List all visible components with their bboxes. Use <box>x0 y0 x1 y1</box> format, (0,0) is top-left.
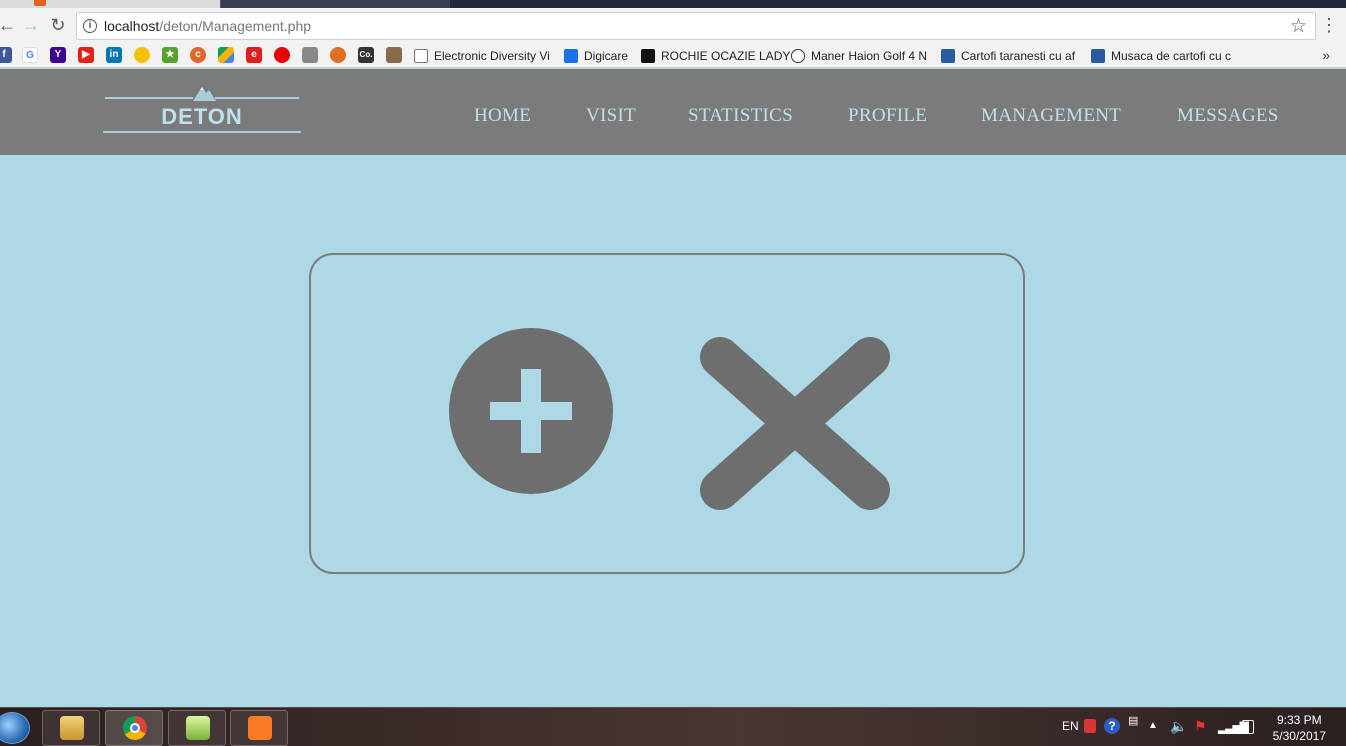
sun-bookmark-icon[interactable] <box>330 47 346 63</box>
nav-messages[interactable]: MESSAGES <box>1177 105 1279 127</box>
mountain-icon <box>193 87 216 101</box>
bookmark-star-icon[interactable]: ☆ <box>1290 15 1307 38</box>
browser-tab-strip <box>0 0 1346 8</box>
bookmarks-overflow-icon[interactable]: » <box>1322 47 1330 63</box>
windows-taskbar: EN ? ▤ ▲ 🔈 ⚑ ▂▃▅▇ 9:33 PM 5/30/2017 <box>0 707 1346 746</box>
co-bookmark-icon[interactable]: Co. <box>358 47 374 63</box>
bookmark-label: Electronic Diversity Vi <box>434 49 550 63</box>
smiley-bookmark-icon[interactable] <box>134 47 150 63</box>
url-text[interactable]: localhost/deton/Management.php <box>104 18 311 34</box>
bookmark-link[interactable]: ROCHIE OCAZIE LADY <box>641 47 790 65</box>
nav-visit[interactable]: VISIT <box>586 105 636 127</box>
url-host: localhost <box>104 18 160 34</box>
recipe-icon <box>941 49 955 63</box>
network-adapter-icon[interactable]: ▤ <box>1128 714 1138 746</box>
back-arrow-icon[interactable]: ← <box>0 14 18 36</box>
tf-icon <box>641 49 655 63</box>
forward-arrow-icon[interactable]: → <box>20 14 42 36</box>
e-bookmark-icon[interactable]: e <box>246 47 262 63</box>
nav-statistics[interactable]: STATISTICS <box>688 105 793 127</box>
language-indicator[interactable]: EN <box>1062 719 1079 746</box>
url-path: /deton/Management.php <box>159 18 312 34</box>
facebook-bookmark-icon[interactable]: f <box>0 47 12 63</box>
action-center-icon[interactable]: ⚑ <box>1194 718 1207 746</box>
site-info-icon[interactable]: i <box>83 19 97 33</box>
tray-expand-icon[interactable]: ▲ <box>1148 720 1158 746</box>
star-bookmark-icon[interactable]: ★ <box>162 47 178 63</box>
address-bar[interactable]: i localhost/deton/Management.php ☆ <box>76 12 1316 40</box>
linkedin-bookmark-icon[interactable]: in <box>106 47 122 63</box>
chrome-icon <box>123 716 147 740</box>
bookmarks-bar: f G Y ▶ in ★ c e Co. Electronic Diversit… <box>0 44 1346 68</box>
explorer-taskbar-button[interactable] <box>42 710 100 746</box>
folder-icon <box>60 716 84 740</box>
bookmark-label: ROCHIE OCAZIE LADY <box>661 49 791 63</box>
browser-tab-inactive[interactable] <box>220 0 450 8</box>
drive-bookmark-icon[interactable] <box>218 47 234 63</box>
start-button-icon[interactable] <box>0 712 30 744</box>
browser-toolbar: ← → ↻ i localhost/deton/Management.php ☆… <box>0 8 1346 44</box>
volume-icon[interactable]: 🔈 <box>1170 718 1187 746</box>
notepad-icon <box>186 716 210 740</box>
bookmark-link[interactable]: Digicare <box>564 47 628 65</box>
bookmark-label: Digicare <box>584 49 629 63</box>
notepadpp-taskbar-button[interactable] <box>168 710 226 746</box>
olx-icon <box>791 49 805 63</box>
youtube-bookmark-icon[interactable]: ▶ <box>78 47 94 63</box>
logo-rule <box>215 97 299 99</box>
recipe-icon <box>1091 49 1105 63</box>
page-icon <box>414 49 428 63</box>
bookmark-link[interactable]: Musaca de cartofi cu c <box>1091 47 1231 65</box>
yahoo-bookmark-icon[interactable]: Y <box>50 47 66 63</box>
google-bookmark-icon[interactable]: G <box>22 47 38 63</box>
tab-favicon-icon <box>34 0 46 6</box>
plus-circle-icon[interactable] <box>448 327 614 495</box>
bookmark-label: Cartofi taranesti cu af <box>961 49 1076 63</box>
management-panel <box>309 253 1025 574</box>
logo-wordmark: DETON <box>161 104 243 129</box>
bookmark-link[interactable]: Electronic Diversity Vi <box>414 47 550 65</box>
bookmark-link[interactable]: Maner Haion Golf 4 N <box>791 47 927 65</box>
bookmark-label: Maner Haion Golf 4 N <box>811 49 928 63</box>
digicare-icon <box>564 49 578 63</box>
logo-rule <box>105 97 193 99</box>
pdf-tray-icon[interactable] <box>1084 719 1096 733</box>
nav-management[interactable]: MANAGEMENT <box>981 105 1121 127</box>
deton-logo[interactable]: DETON <box>103 85 301 135</box>
clock-date: 5/30/2017 <box>1272 729 1326 743</box>
nav-home[interactable]: HOME <box>474 105 531 127</box>
site-header: DETON HOME VISIT STATISTICS PROFILE MANA… <box>0 69 1346 155</box>
vodafone-bookmark-icon[interactable] <box>274 47 290 63</box>
clock-time: 9:33 PM <box>1276 713 1322 727</box>
xampp-icon <box>248 716 272 740</box>
battery-icon[interactable] <box>1242 720 1254 734</box>
c-bookmark-icon[interactable]: c <box>190 47 206 63</box>
bookmark-link[interactable]: Cartofi taranesti cu af <box>941 47 1075 65</box>
xampp-taskbar-button[interactable] <box>230 710 288 746</box>
grid-bookmark-icon[interactable] <box>302 47 318 63</box>
logo-rule <box>103 131 301 133</box>
system-clock[interactable]: 9:33 PM 5/30/2017 <box>1273 712 1326 744</box>
reload-icon[interactable]: ↻ <box>47 14 69 36</box>
browser-menu-icon[interactable]: ⋮ <box>1320 16 1338 34</box>
castle-bookmark-icon[interactable] <box>386 47 402 63</box>
x-icon[interactable] <box>696 332 892 514</box>
help-tray-icon[interactable]: ? <box>1104 718 1120 734</box>
bookmark-label: Musaca de cartofi cu c <box>1111 49 1232 63</box>
chrome-taskbar-button[interactable] <box>105 710 163 746</box>
nav-profile[interactable]: PROFILE <box>848 105 927 127</box>
